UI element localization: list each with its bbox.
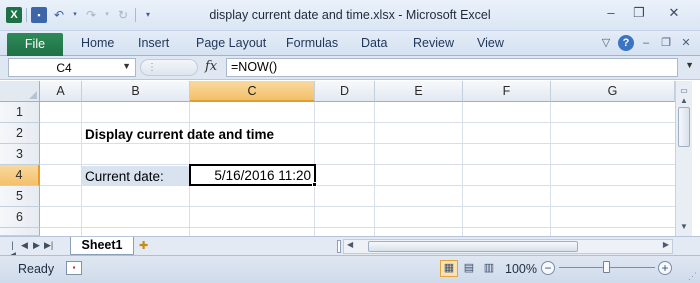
zoom-level[interactable]: 100% <box>505 262 537 276</box>
select-all-button[interactable] <box>0 81 40 102</box>
active-cell-c4[interactable]: 5/16/2016 11:20 <box>189 164 316 186</box>
horizontal-scroll-thumb[interactable] <box>368 241 578 252</box>
workbook-close-icon[interactable]: ✕ <box>678 35 694 51</box>
cell-b2[interactable]: Display current date and time <box>85 127 274 142</box>
tab-home[interactable]: Home <box>81 36 114 50</box>
tab-view[interactable]: View <box>477 36 504 50</box>
column-header-f[interactable]: F <box>463 81 551 102</box>
grip-dots-icon: ⋮ <box>147 62 157 73</box>
page-layout-view-icon[interactable]: ▤ <box>460 260 478 277</box>
tab-formulas[interactable]: Formulas <box>286 36 338 50</box>
formula-input[interactable]: =NOW() <box>226 58 678 77</box>
row-header-5[interactable]: 5 <box>0 186 40 207</box>
scroll-right-icon[interactable]: ▶ <box>663 240 669 249</box>
tab-file[interactable]: File <box>7 33 63 56</box>
column-header-b[interactable]: B <box>82 81 190 102</box>
scroll-left-icon[interactable]: ◀ <box>347 240 353 249</box>
name-box-value: C4 <box>56 61 72 75</box>
grid-line <box>40 164 675 165</box>
view-buttons: ▦ ▤ ▥ <box>440 260 498 277</box>
tab-data[interactable]: Data <box>361 36 387 50</box>
grid-line <box>40 185 675 186</box>
tab-insert[interactable]: Insert <box>138 36 169 50</box>
title-bar: X ▪ ↶ ▾ ↷ ▾ ↻ ▾ display current date and… <box>0 0 700 31</box>
tab-split-handle[interactable] <box>337 240 341 253</box>
column-header-d[interactable]: D <box>315 81 375 102</box>
zoom-in-button[interactable]: + <box>658 261 672 275</box>
tab-review[interactable]: Review <box>413 36 454 50</box>
insert-sheet-icon[interactable]: ✚ <box>139 239 155 253</box>
row-header-1[interactable]: 1 <box>0 102 40 123</box>
insert-function-button[interactable]: fx <box>205 59 217 74</box>
resize-grip-icon[interactable]: ⋰ <box>688 271 698 281</box>
ribbon-right-controls: ▽ ? – ❐ ✕ <box>598 35 694 51</box>
minimize-button[interactable]: – <box>598 4 624 24</box>
normal-view-icon[interactable]: ▦ <box>440 260 458 277</box>
grid-line <box>40 206 675 207</box>
tab-page-layout[interactable]: Page Layout <box>196 36 276 50</box>
macro-recording-icon[interactable]: ▪ <box>66 261 82 275</box>
column-header-e[interactable]: E <box>375 81 463 102</box>
page-break-view-icon[interactable]: ▥ <box>480 260 498 277</box>
zoom-slider-thumb[interactable] <box>603 261 610 273</box>
formula-bar-resize-handle[interactable]: ⋮ <box>140 59 198 76</box>
window-controls: – ❐ ✕ <box>598 4 694 24</box>
help-icon[interactable]: ? <box>618 35 634 51</box>
restore-button[interactable]: ❐ <box>626 4 652 24</box>
grid-line <box>40 143 675 144</box>
vertical-scroll-thumb[interactable] <box>678 107 690 147</box>
column-header-g[interactable]: G <box>551 81 675 102</box>
sheet-tab-sheet1[interactable]: Sheet1 <box>70 237 134 255</box>
fill-handle[interactable] <box>312 182 317 187</box>
status-ready: Ready <box>18 262 55 276</box>
row-header-2[interactable]: 2 <box>0 123 40 144</box>
scroll-down-icon[interactable]: ▼ <box>676 219 692 235</box>
row-header-3[interactable]: 3 <box>0 144 40 165</box>
window-title: display current date and time.xlsx - Mic… <box>209 8 491 22</box>
column-header-c[interactable]: C <box>190 81 315 102</box>
grid-line <box>40 122 675 123</box>
row-header-6[interactable]: 6 <box>0 207 40 228</box>
workbook-restore-icon[interactable]: ❐ <box>658 35 674 51</box>
row-header-4[interactable]: 4 <box>0 165 40 186</box>
close-button[interactable]: ✕ <box>654 4 694 24</box>
zoom-out-button[interactable]: − <box>541 261 555 275</box>
row-header-7[interactable] <box>0 228 40 236</box>
sheet-tab-bar: |◀ ◀ ▶ ▶| Sheet1 ✚ ◀ ▶ <box>0 236 700 260</box>
column-header-a[interactable]: A <box>40 81 82 102</box>
status-bar: Ready ▪ ▦ ▤ ▥ 100% − + ⋰ <box>0 255 700 283</box>
chevron-down-icon[interactable]: ▼ <box>122 61 131 71</box>
cell-b4[interactable]: Current date: <box>85 169 164 184</box>
workbook-minimize-icon[interactable]: – <box>638 35 654 51</box>
name-box[interactable]: C4 ▼ <box>8 58 136 77</box>
expand-formula-bar-icon[interactable]: ▼ <box>685 60 694 70</box>
horizontal-scrollbar[interactable]: ◀ ▶ <box>343 239 673 254</box>
ribbon-tab-bar: File Home Insert Page Layout Formulas Da… <box>0 31 700 56</box>
formula-bar: C4 ▼ ⋮ fx =NOW() ▼ <box>0 56 700 80</box>
grid-line <box>40 227 675 228</box>
vertical-scrollbar[interactable]: ▭ ▲ ▼ <box>675 81 692 236</box>
cell-c4[interactable]: 5/16/2016 11:20 <box>214 168 311 183</box>
ribbon-collapse-icon[interactable]: ▽ <box>598 35 614 51</box>
